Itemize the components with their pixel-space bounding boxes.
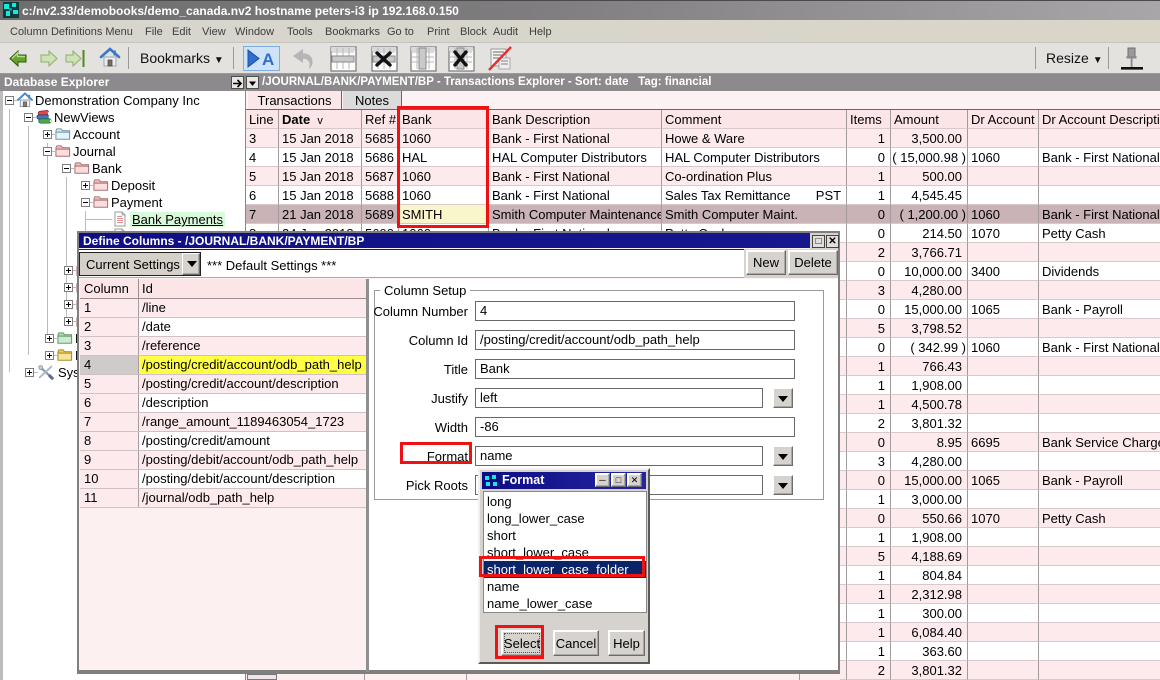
svg-text:A: A (262, 50, 274, 69)
